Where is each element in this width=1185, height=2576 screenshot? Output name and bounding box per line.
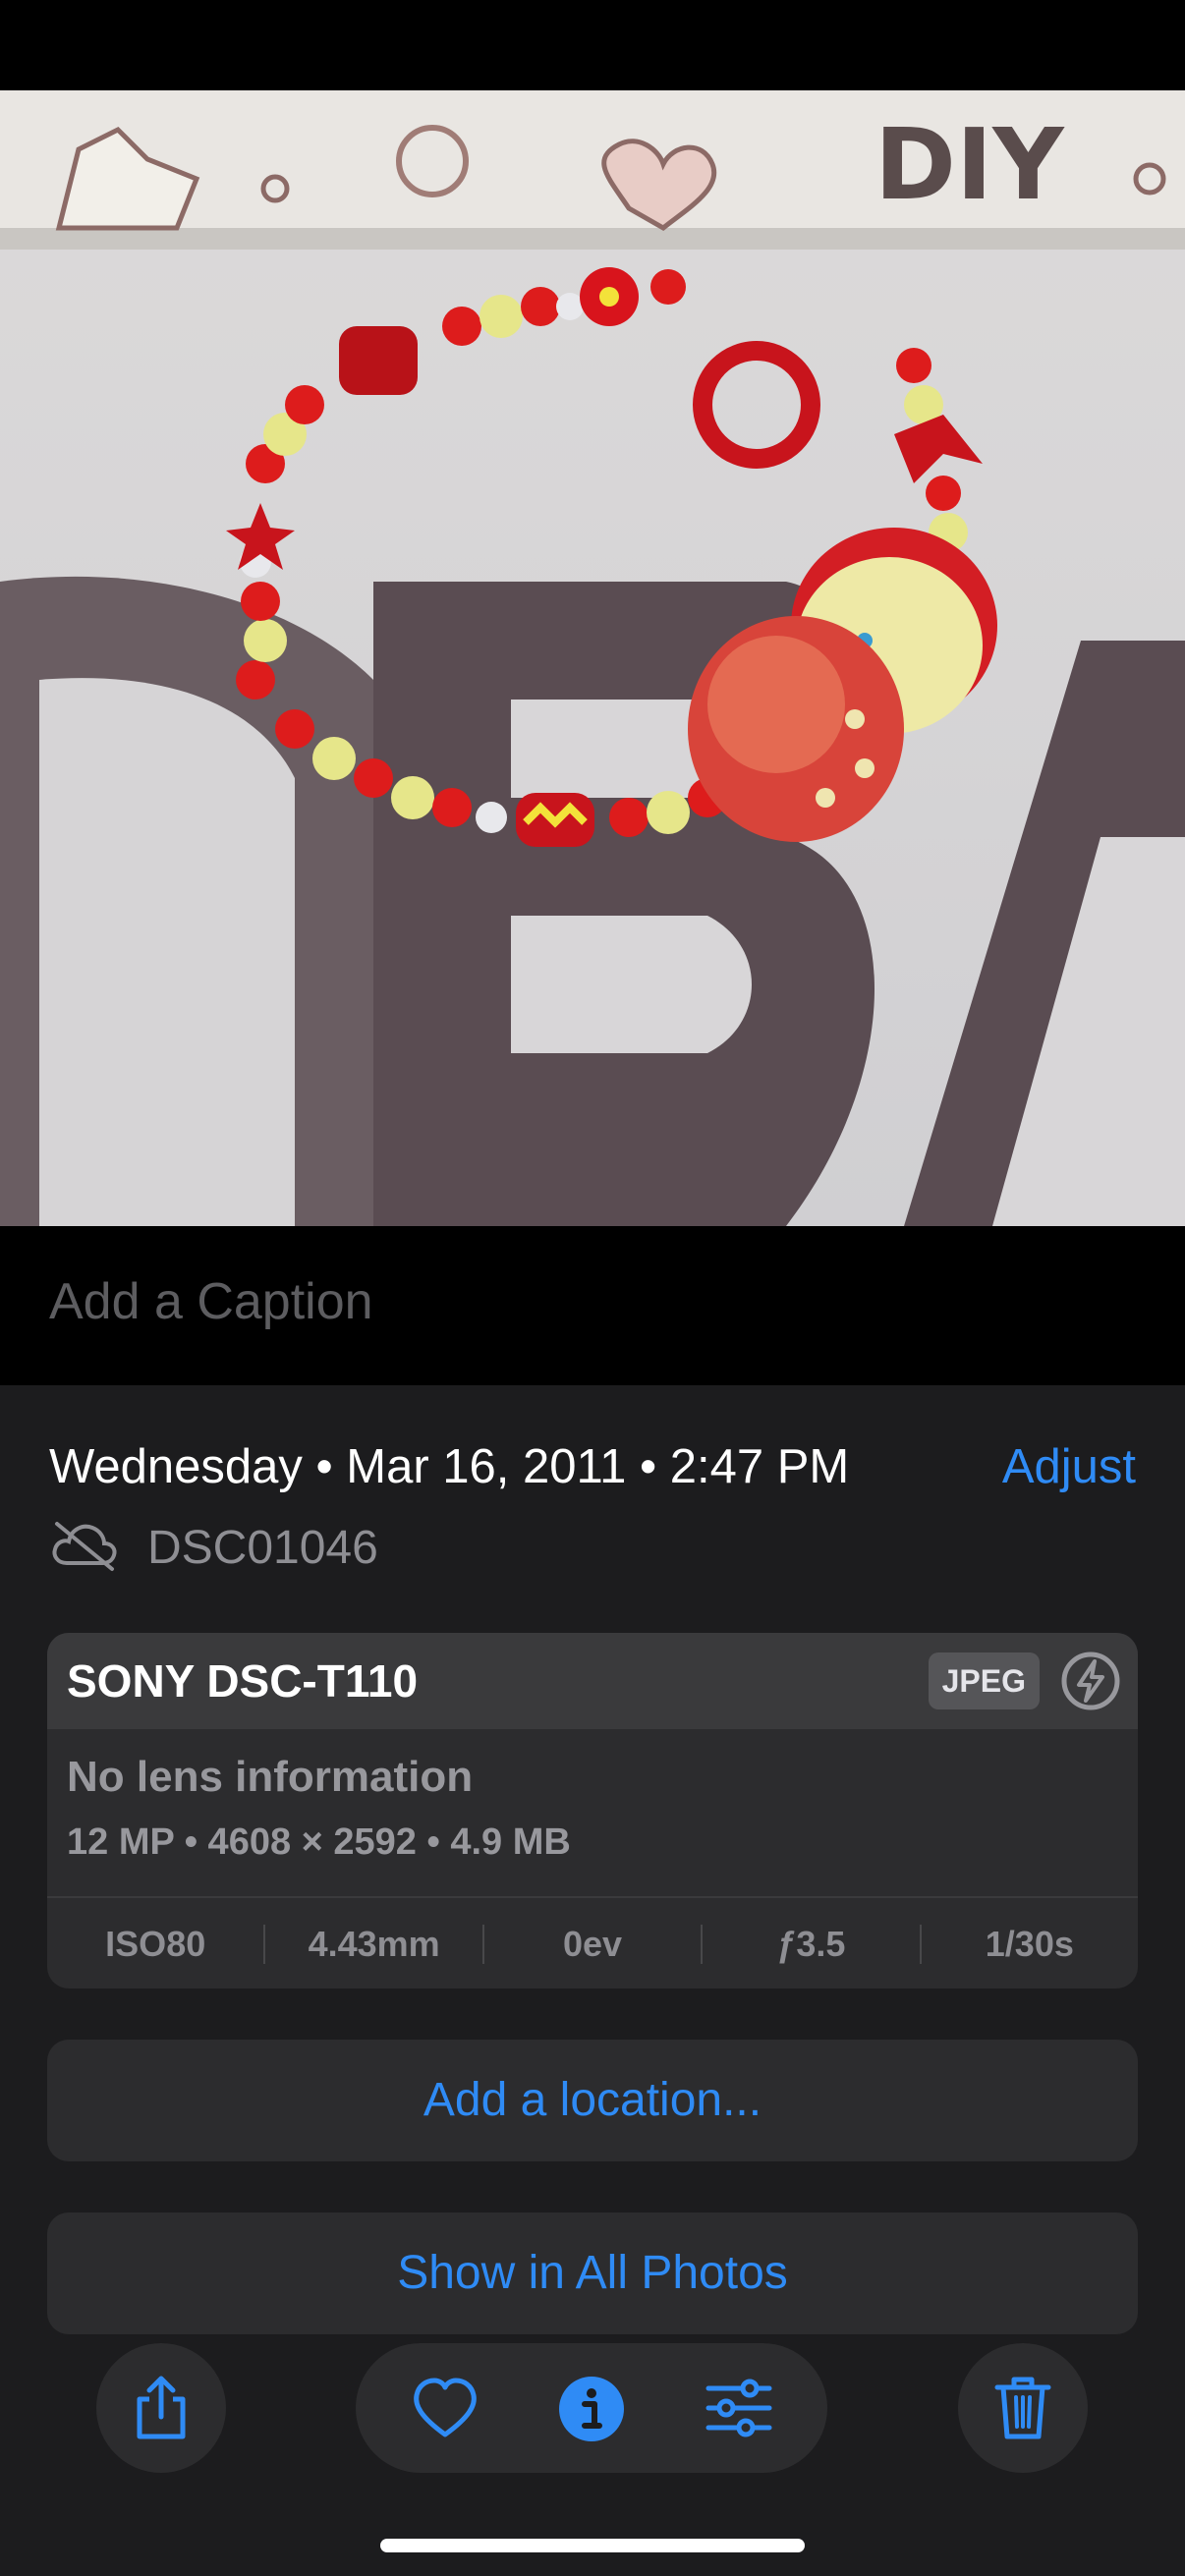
filename-row: DSC01046: [49, 1518, 378, 1577]
adjust-date-button[interactable]: Adjust: [1002, 1439, 1136, 1494]
favorite-button[interactable]: [411, 2376, 480, 2445]
format-badge: JPEG: [928, 1652, 1040, 1709]
camera-card-header: SONY DSC-T110 JPEG: [47, 1633, 1138, 1729]
photo-image: DIY: [0, 90, 1185, 1226]
bottom-toolbar: [0, 2343, 1185, 2481]
info-button[interactable]: [557, 2375, 626, 2448]
camera-info-card: SONY DSC-T110 JPEG No lens information 1…: [47, 1633, 1138, 1988]
exif-shutter-speed: 1/30s: [985, 1924, 1074, 1964]
photo-view[interactable]: DIY: [0, 90, 1185, 1226]
exif-exposure-bias: 0ev: [484, 1925, 704, 1964]
info-icon: [559, 2377, 624, 2441]
share-icon: [137, 2376, 186, 2439]
photo-date: Wednesday • Mar 16, 2011 • 2:47 PM: [49, 1440, 850, 1493]
trash-icon: [994, 2377, 1051, 2439]
exif-focal-length: 4.43mm: [265, 1925, 484, 1964]
photo-actions-pill: [356, 2343, 827, 2473]
home-indicator[interactable]: [380, 2539, 805, 2552]
caption-input[interactable]: Add a Caption: [49, 1272, 373, 1331]
adjust-sliders-icon: [705, 2379, 772, 2437]
add-location-button[interactable]: Add a location...: [47, 2040, 1138, 2161]
filename: DSC01046: [147, 1521, 378, 1574]
heart-icon: [414, 2378, 477, 2437]
exif-aperture: ƒ3.5: [703, 1925, 922, 1964]
camera-model: SONY DSC-T110: [67, 1655, 419, 1707]
edit-button[interactable]: [705, 2379, 773, 2442]
exif-iso: ISO80: [47, 1925, 266, 1964]
cloud-off-icon: [49, 1518, 120, 1578]
share-button[interactable]: [96, 2343, 226, 2473]
flash-icon: [1059, 1650, 1122, 1717]
show-in-all-photos-button[interactable]: Show in All Photos: [47, 2212, 1138, 2334]
delete-button[interactable]: [958, 2343, 1088, 2473]
lens-info: No lens information: [67, 1753, 474, 1801]
svg-text:DIY: DIY: [875, 107, 1065, 222]
image-specs: 12 MP • 4608 × 2592 • 4.9 MB: [67, 1821, 571, 1863]
exif-row: ISO80 4.43mm 0ev ƒ3.5 1/30s: [47, 1896, 1138, 1988]
